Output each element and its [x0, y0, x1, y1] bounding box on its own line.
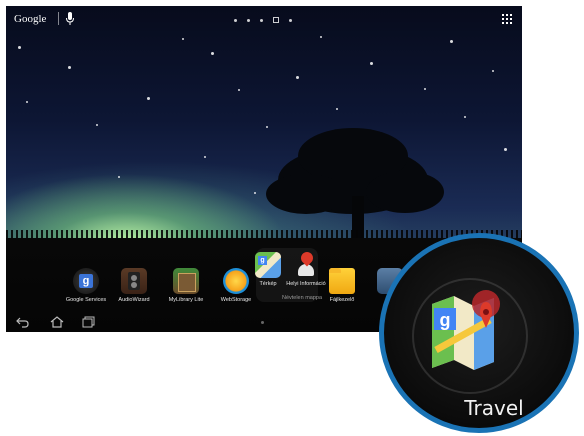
tree-canopy: [366, 171, 444, 213]
star: [424, 88, 426, 90]
star: [266, 126, 268, 128]
page-dot: [260, 18, 263, 22]
app-audiowizard[interactable]: AudioWizard: [110, 268, 158, 303]
search-divider: [58, 12, 59, 25]
local-info-icon: [293, 249, 319, 278]
zoom-callout: g Travel: [379, 233, 579, 433]
travel-folder-label: Travel: [464, 396, 524, 420]
star: [26, 101, 28, 103]
page-dot: [234, 18, 237, 22]
tree-canopy: [266, 174, 346, 214]
star: [204, 156, 206, 158]
nav-dot: [261, 321, 264, 324]
app-label: Fájlkezelő: [329, 297, 355, 303]
page-dot-current: [273, 17, 279, 23]
star: [182, 38, 184, 40]
app-label: WebStorage: [220, 297, 252, 303]
file-manager-icon: [329, 268, 355, 294]
svg-text:g: g: [440, 310, 451, 330]
star: [336, 108, 338, 110]
travel-folder-maps-icon[interactable]: g: [428, 290, 512, 374]
app-mylibrary[interactable]: MyLibrary Lite: [162, 268, 210, 303]
page-dot: [289, 18, 292, 22]
star: [464, 116, 466, 118]
star: [96, 124, 98, 126]
google-services-icon: g: [73, 268, 99, 294]
star: [504, 148, 507, 151]
home-icon[interactable]: [50, 316, 64, 328]
page-dot: [247, 18, 250, 22]
microphone-icon[interactable]: [66, 12, 74, 26]
google-search-brand[interactable]: Google: [14, 13, 46, 25]
app-label: AudioWizard: [118, 297, 150, 303]
star: [68, 66, 71, 69]
app-label: MyLibrary Lite: [168, 297, 204, 303]
app-file-manager[interactable]: Fájlkezelő: [318, 268, 366, 303]
star: [211, 52, 214, 55]
star: [18, 46, 21, 49]
recent-apps-icon[interactable]: [82, 316, 96, 328]
star: [254, 192, 256, 194]
audiowizard-icon: [121, 268, 147, 294]
maps-icon: g: [255, 252, 281, 278]
back-icon[interactable]: [16, 316, 30, 328]
star: [320, 36, 322, 38]
all-apps-icon[interactable]: [502, 14, 512, 24]
page-indicator: [234, 17, 292, 23]
star: [450, 40, 453, 43]
star: [238, 89, 240, 91]
app-google-services[interactable]: g Google Services: [62, 268, 110, 303]
star: [118, 176, 120, 178]
star: [296, 76, 299, 79]
mylibrary-icon: [173, 268, 199, 294]
star: [492, 70, 494, 72]
status-bar: Google: [6, 6, 522, 30]
app-label: Google Services: [65, 297, 107, 303]
star: [147, 97, 150, 100]
star: [370, 62, 373, 65]
